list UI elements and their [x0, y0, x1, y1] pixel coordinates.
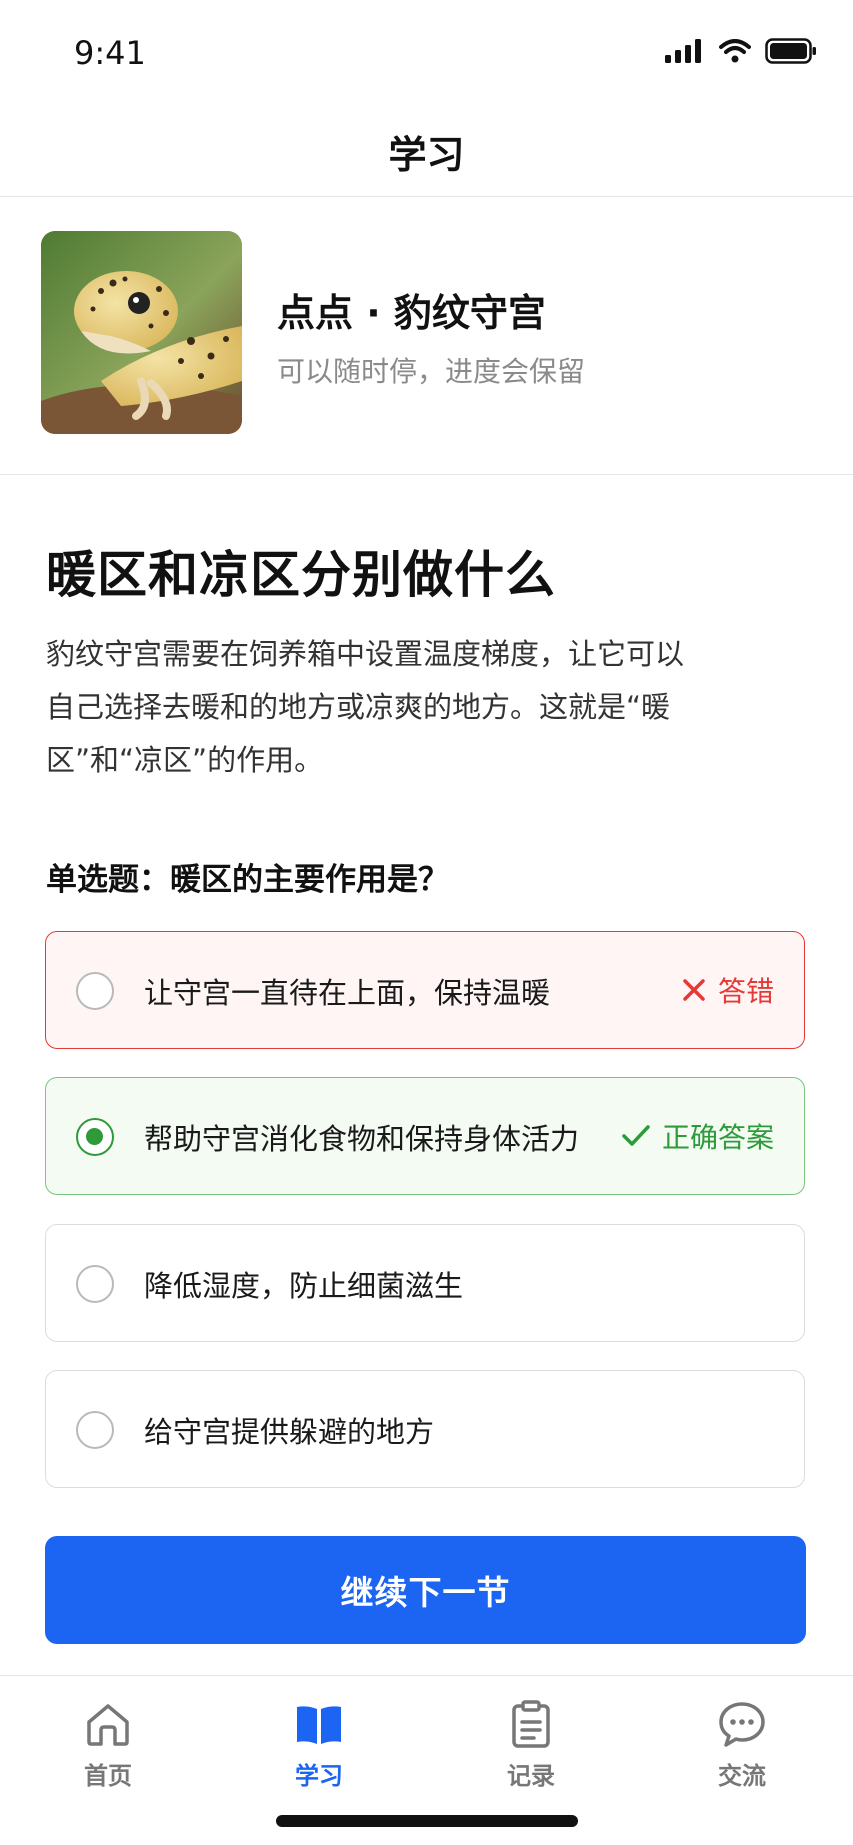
tab-label: 学习 [295, 1762, 343, 1790]
status-icons [665, 38, 817, 64]
pet-name: 点点 · 豹纹守宫 [277, 291, 546, 335]
tab-label: 记录 [507, 1762, 555, 1790]
chat-icon [719, 1702, 765, 1747]
quiz-option-2[interactable]: 帮助守宫消化食物和保持身体活力 正确答案 [45, 1077, 805, 1195]
tab-records[interactable]: 记录 [471, 1698, 591, 1791]
wifi-icon [719, 39, 751, 63]
tab-label: 交流 [718, 1762, 766, 1790]
radio-button[interactable] [76, 972, 114, 1010]
home-indicator [276, 1815, 578, 1827]
page-title: 学习 [388, 133, 465, 177]
tab-learn[interactable]: 学习 [259, 1698, 379, 1791]
wrong-badge: 答错 [682, 970, 774, 1010]
pet-subtitle: 可以随时停，进度会保留 [277, 355, 586, 388]
battery-icon [765, 38, 816, 64]
option-status-label: 正确答案 [661, 1121, 774, 1154]
status-time: 9:41 [74, 34, 146, 72]
quiz-option-4[interactable]: 给守宫提供躲避的地方 [45, 1370, 805, 1488]
pet-card: 点点 · 豹纹守宫 可以随时停，进度会保留 [0, 196, 853, 475]
quiz-option-3[interactable]: 降低湿度，防止细菌滋生 [45, 1224, 805, 1342]
signal-icon [665, 39, 701, 63]
quiz-option-1[interactable]: 让守宫一直待在上面，保持温暖 答错 [45, 931, 805, 1049]
lesson-body-line: 自己选择去暖和的地方或凉爽的地方。这就是“暖 [46, 690, 671, 724]
nav-header: 学习 [0, 100, 853, 197]
option-status-label: 答错 [717, 975, 774, 1008]
tab-label: 首页 [84, 1762, 132, 1790]
continue-button[interactable]: 继续下一节 [45, 1536, 806, 1644]
option-text: 降低湿度，防止细菌滋生 [144, 1269, 464, 1303]
radio-button-selected[interactable] [76, 1118, 114, 1156]
pet-photo [41, 231, 242, 434]
book-icon [297, 1706, 341, 1744]
check-icon [622, 1125, 650, 1146]
option-text: 帮助守宫消化食物和保持身体活力 [144, 1122, 580, 1156]
lesson-body: 豹纹守宫需要在饲养箱中设置温度梯度，让它可以 自己选择去暖和的地方或凉爽的地方。… [46, 628, 746, 787]
radio-button[interactable] [76, 1411, 114, 1449]
lesson-title: 暖区和凉区分别做什么 [46, 546, 556, 604]
tab-community[interactable]: 交流 [682, 1698, 802, 1791]
tab-home[interactable]: 首页 [48, 1698, 168, 1791]
option-text: 给守宫提供躲避的地方 [144, 1415, 435, 1449]
radio-button[interactable] [76, 1265, 114, 1303]
quiz-question: 单选题：暖区的主要作用是？ [46, 862, 449, 898]
lesson-body-line: 豹纹守宫需要在饲养箱中设置温度梯度，让它可以 [46, 637, 685, 671]
option-text: 让守宫一直待在上面，保持温暖 [144, 976, 551, 1010]
lesson-body-line: 区”和“凉区”的作用。 [46, 743, 324, 777]
close-icon [683, 979, 705, 1001]
correct-badge: 正确答案 [622, 1116, 774, 1156]
home-icon [87, 1704, 129, 1746]
clipboard-icon [512, 1700, 550, 1748]
status-bar: 9:41 [0, 0, 853, 100]
